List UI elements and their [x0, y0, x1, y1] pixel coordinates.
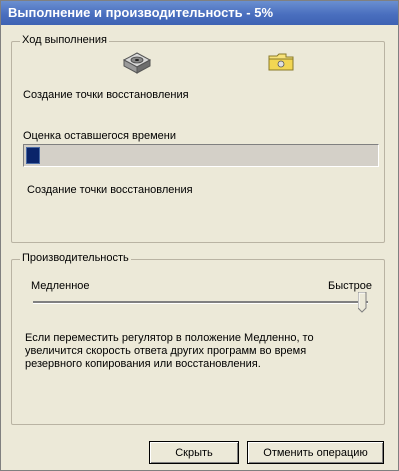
performance-slider-track[interactable] [33, 301, 368, 304]
performance-group-legend: Производительность [20, 252, 131, 264]
progress-group-legend: Ход выполнения [20, 34, 109, 46]
progress-dialog: Выполнение и производительность - 5% Ход… [0, 0, 399, 471]
time-remaining-label: Оценка оставшегося времени [23, 130, 176, 142]
progress-bar-fill [26, 147, 40, 164]
status-text: Создание точки восстановления [23, 89, 189, 101]
performance-slider-thumb[interactable] [358, 292, 367, 313]
fast-label: Быстрое [328, 280, 373, 292]
progress-groupbox: Ход выполнения [11, 34, 385, 243]
detail-text: Создание точки восстановления [27, 184, 193, 196]
performance-description-line1: Если переместить регулятор в положение М… [25, 332, 314, 344]
window-title: Выполнение и производительность - 5% [8, 5, 274, 20]
title-bar[interactable]: Выполнение и производительность - 5% [1, 1, 398, 25]
performance-description-line2: увеличится скорость ответа других програ… [25, 345, 307, 357]
performance-description-line3: резервного копирования или восстановлени… [25, 358, 261, 370]
drive-icon [122, 52, 152, 74]
slow-label: Медленное [31, 280, 90, 292]
hide-button[interactable]: Скрыть [149, 441, 239, 464]
folder-icon [268, 53, 294, 71]
progress-bar [23, 144, 379, 167]
cancel-operation-button[interactable]: Отменить операцию [247, 441, 384, 464]
